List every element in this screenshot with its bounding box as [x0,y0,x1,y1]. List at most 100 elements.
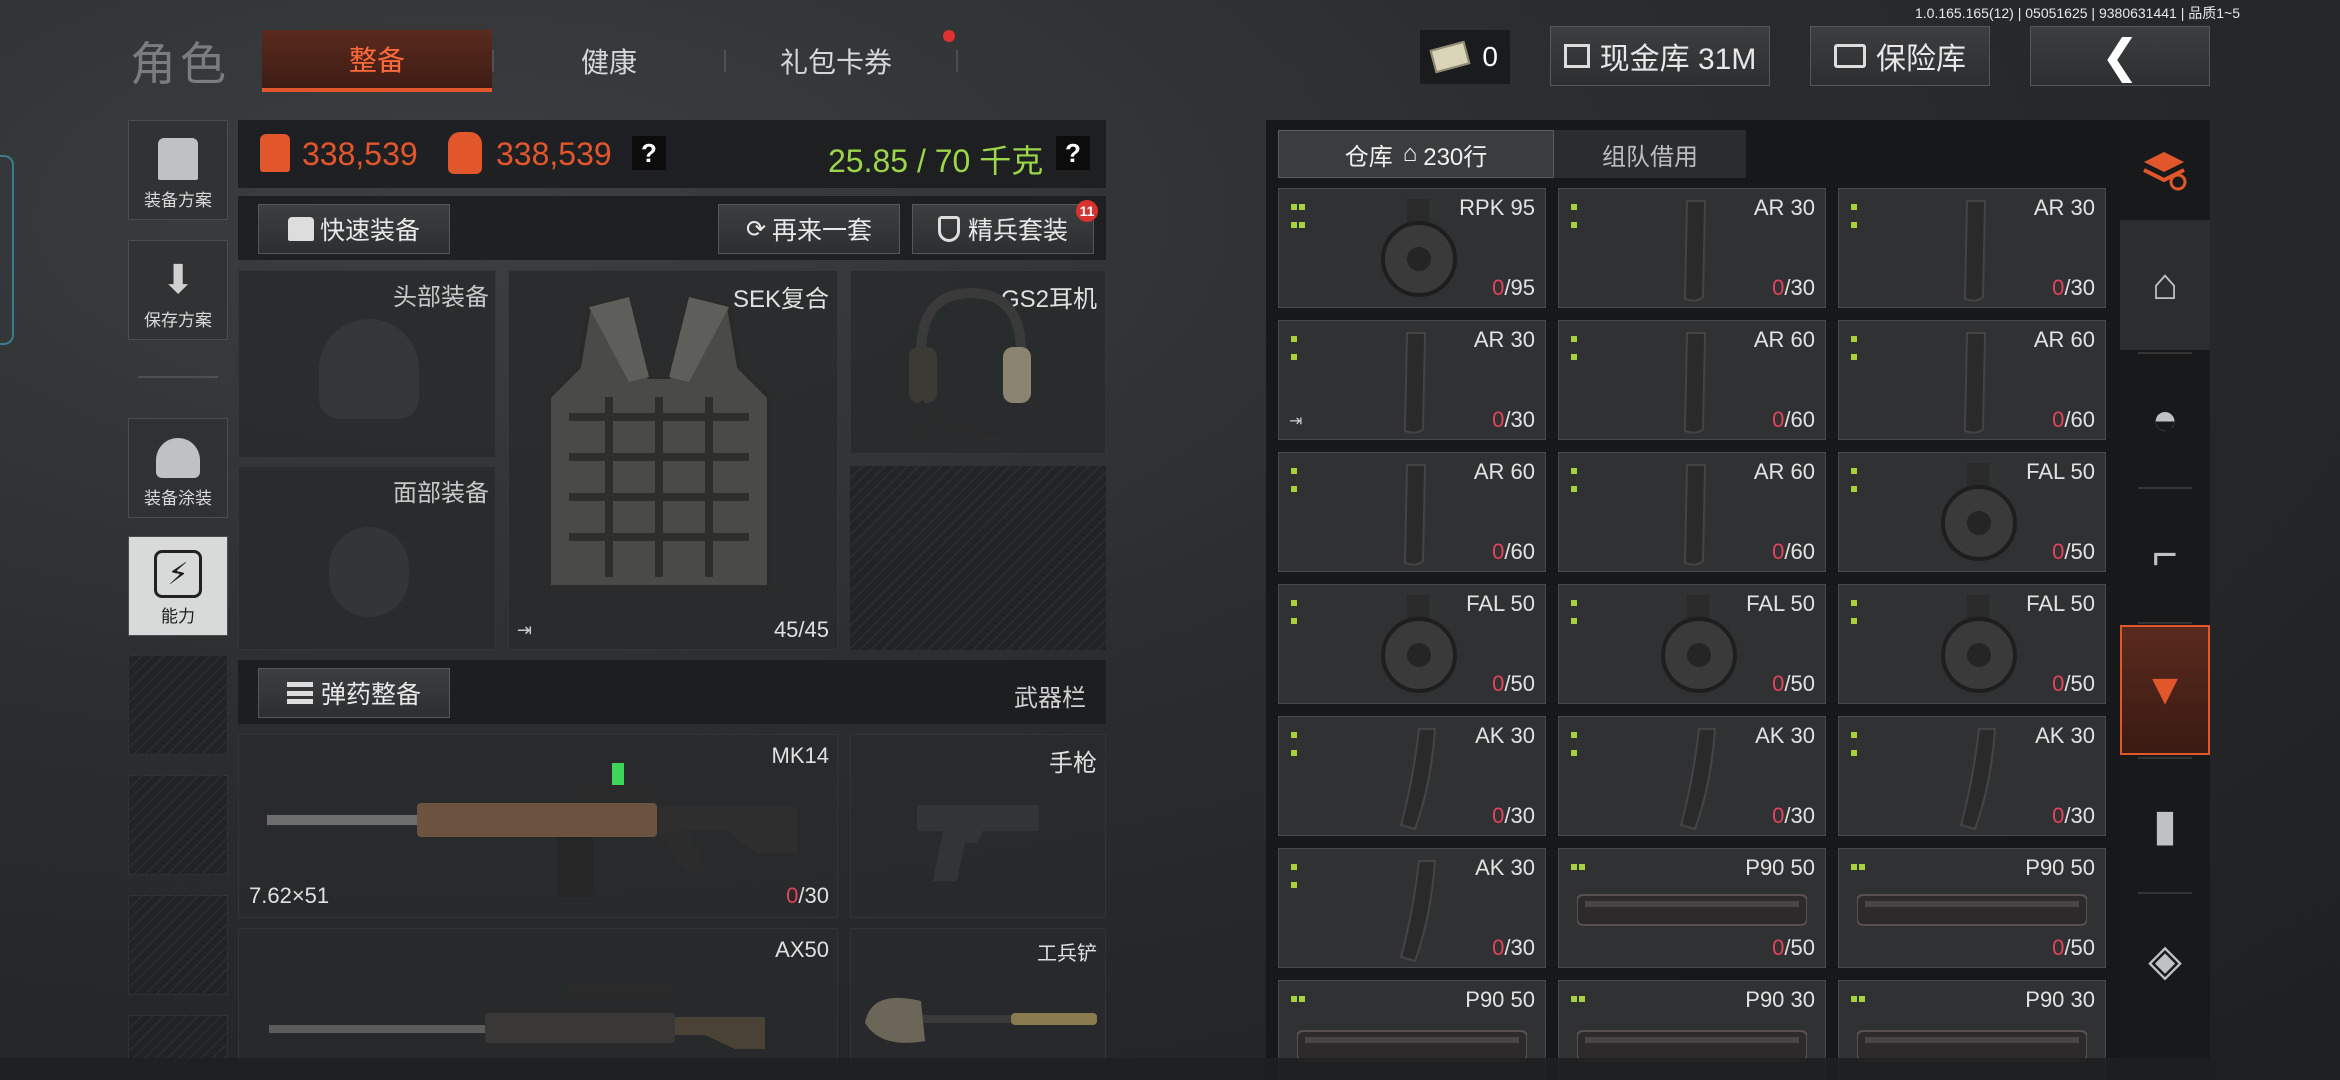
storage-item[interactable]: AK 30 0/30 [1278,848,1546,968]
face-gear-slot[interactable]: 面部装备 [238,466,496,650]
save-plan-button[interactable]: ⬇ 保存方案 [128,240,228,340]
ammo-capacity: /95 [1504,275,1535,300]
storage-item[interactable]: AR 60 0/60 [1278,452,1546,572]
category-scope[interactable]: ◈ [2120,895,2210,1025]
item-ammo-count: 0/60 [1492,539,1535,565]
unequip-icon[interactable]: ⇥ [517,620,532,641]
storage-item[interactable]: AR 60 0/60 [1558,452,1826,572]
vault-icon [1563,44,1590,68]
category-home[interactable]: ⌂ [2120,220,2210,350]
head-gear-slot[interactable]: 头部装备 [238,270,496,458]
pistol-slot[interactable]: 手枪 [850,734,1106,918]
again-button[interactable]: ⟳ 再来一套 [718,204,900,254]
item-size-indicator [1291,595,1299,631]
category-bullet[interactable]: ▮ [2120,760,2210,890]
storage-item[interactable]: FAL 50 0/50 [1838,584,2106,704]
category-ammo-box[interactable]: ▼ [2120,625,2210,755]
magazine-image [1679,728,1717,831]
storage-item[interactable]: AR 30 ⇥ 0/30 [1278,320,1546,440]
warehouse-label: 仓库 [1344,143,1393,171]
helmet-paint-icon [156,438,200,478]
storage-item[interactable]: AK 30 0/30 [1838,716,2106,836]
tab-team-borrow[interactable]: 组队借用 [1554,130,1746,178]
ammo-capacity: /60 [1784,407,1815,432]
storage-item[interactable]: RPK 95 0/95 [1278,188,1546,308]
storage-item[interactable]: FAL 50 0/50 [1838,452,2106,572]
quick-equip-button[interactable]: 快速装备 [258,204,450,254]
ammo-box-icon: ▼ [2143,665,2187,714]
magazine-image [1399,860,1437,963]
item-name: FAL 50 [2026,459,2095,484]
ammo-loaded: 0 [1492,803,1505,828]
safe-button[interactable]: 保险库 [1810,26,1990,86]
item-size-indicator [1571,463,1579,499]
bottom-edge [0,1058,2340,1080]
item-name: AR 60 [1753,327,1815,352]
storage-item[interactable]: AK 30 0/30 [1278,716,1546,836]
item-ammo-count: 0/50 [1492,671,1535,697]
body-armor-slot[interactable]: SEK复合 ⇥ 45/45 [508,270,838,650]
item-ammo-count: 0/30 [1492,407,1535,433]
magazine-image [1403,464,1427,566]
gear-paint-button[interactable]: 装备涂装 [128,418,228,518]
face-gear-label: 面部装备 [393,480,489,507]
tab-health[interactable]: 健康 [494,30,724,92]
ability-button[interactable]: ⚡ 能力 [128,536,228,636]
empty-gear-slot [850,466,1106,650]
item-name: AR 60 [1753,459,1815,484]
item-size-indicator [1291,463,1299,499]
item-size-indicator [1851,463,1859,499]
value-help-icon[interactable]: ? [632,136,666,170]
item-name: AK 30 [1475,855,1535,880]
item-size-indicator [1851,199,1859,235]
storage-item[interactable]: FAL 50 0/50 [1278,584,1546,704]
ammo-capacity: /50 [1784,935,1815,960]
category-rifle[interactable]: ⌐ [2120,490,2210,620]
storage-item[interactable]: AR 60 0/60 [1838,320,2106,440]
ammo-loaded: 0 [1492,275,1505,300]
item-ammo-count: 0/30 [2052,803,2095,829]
cash-display: 0 [1420,30,1510,84]
item-ammo-count: 0/50 [1772,935,1815,961]
weight-help-icon[interactable]: ? [1056,136,1090,170]
ammo-loaded: 0 [1492,671,1505,696]
primary-ammo: 0/30 [786,883,829,909]
storage-item[interactable]: AK 30 0/30 [1558,716,1826,836]
item-size-indicator [1571,859,1587,877]
storage-item[interactable]: AR 30 0/30 [1558,188,1826,308]
weapons-bar-label: 武器栏 [1014,685,1086,712]
p90-magazine-image [1857,894,2087,926]
tab-warehouse[interactable]: 仓库 ⌂ 230行 [1278,130,1554,178]
ammo-loaded: 0 [1492,935,1505,960]
category-helmet[interactable]: ◓ [2120,355,2210,485]
storage-item[interactable]: AR 30 0/30 [1838,188,2106,308]
storage-item[interactable]: P90 50 0/50 [1558,848,1826,968]
item-name: AR 30 [1753,195,1815,220]
storage-item[interactable]: FAL 50 0/50 [1558,584,1826,704]
gear-plan-button[interactable]: 装备方案 [128,120,228,220]
headset-slot[interactable]: GS2耳机 [850,270,1106,454]
primary-weapon-slot[interactable]: MK14 7.62×51 0/30 [238,734,838,918]
item-ammo-count: 0/30 [2052,275,2095,301]
storage-item[interactable]: P90 50 0/50 [1838,848,2106,968]
elite-set-button[interactable]: 精兵套装 [912,204,1094,254]
layers-icon [2143,152,2187,191]
ammo-capacity: /50 [2064,671,2095,696]
storage-tabs: 仓库 ⌂ 230行 组队借用 [1278,130,1746,178]
cash-vault-button[interactable]: 现金库 31M [1550,26,1770,86]
refresh-layers-icon[interactable] [2120,130,2210,210]
ammo-capacity: /60 [1784,539,1815,564]
item-name: FAL 50 [2026,591,2095,616]
ammo-loaded: 0 [786,883,799,908]
ammo-capacity: /50 [2064,539,2095,564]
left-edge-frame [0,155,14,345]
storage-item[interactable]: AR 60 0/60 [1558,320,1826,440]
tab-zhengbei[interactable]: 整备 [262,30,492,92]
safe-label: 保险库 [1876,43,1966,76]
tab-gift-coupons[interactable]: 礼包卡券 [726,30,946,92]
category-sidebar: ⌂ ◓ ⌐ ▼ ▮ ◈ [2120,120,2210,1080]
ammo-prep-button[interactable]: 弹药整备 [258,668,450,718]
back-button[interactable]: ❮ [2030,26,2210,86]
melee-label: 工兵铲 [1037,943,1097,965]
ammo-loaded: 0 [1772,407,1785,432]
